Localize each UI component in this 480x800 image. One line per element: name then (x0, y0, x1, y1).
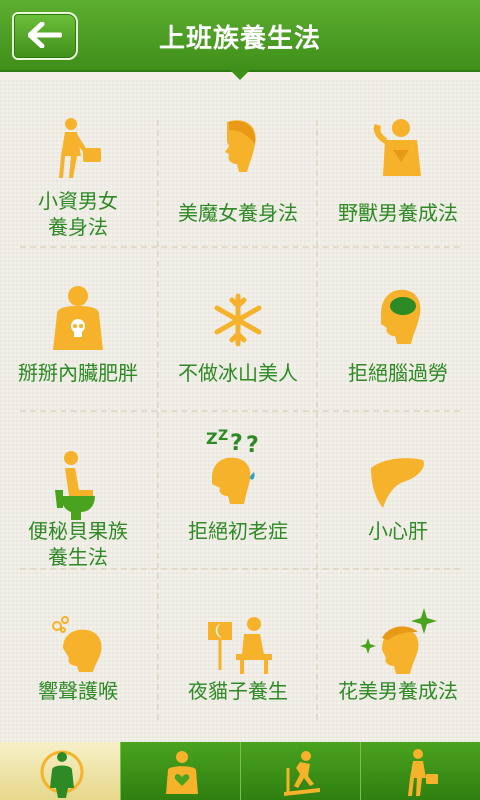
tab-treadmill[interactable] (240, 742, 361, 800)
snowflake-icon (160, 284, 316, 352)
sleepy-head-icon: Z Z ? ? (160, 422, 316, 512)
menu-item-label: 花美男養成法 (338, 679, 458, 703)
night-desk-icon (160, 608, 316, 676)
menu-grid: 小資男女 養身法 美魔女養身法 野獸男養成法 掰掰內臟肥胖 不做冰山美人 拒絕腦… (0, 80, 480, 742)
menu-item-label: 不做冰山美人 (178, 361, 298, 385)
menu-item-pretty-boy[interactable]: 花美男養成法 (320, 572, 476, 732)
body-skull-icon (0, 284, 156, 352)
fat-body-icon (40, 750, 84, 798)
muscle-man-icon (320, 116, 476, 184)
menu-item-label: 拒絕初老症 (188, 519, 288, 543)
sparkle-man-icon (320, 608, 476, 676)
businessman-icon (0, 116, 156, 184)
svg-text:Z: Z (218, 428, 228, 444)
menu-item-cold-beauty[interactable]: 不做冰山美人 (160, 248, 316, 408)
tab-walking-businessman[interactable] (360, 742, 480, 800)
menu-item-label: 野獸男養成法 (338, 201, 458, 225)
menu-item-office-workers[interactable]: 小資男女 養身法 (0, 80, 156, 240)
woman-head-icon (160, 116, 316, 184)
menu-item-brain-fatigue[interactable]: 拒絕腦過勞 (320, 248, 476, 408)
menu-item-label: 小心肝 (368, 519, 428, 543)
brain-head-icon (320, 284, 476, 352)
treadmill-icon (284, 751, 320, 796)
grid-divider (316, 120, 318, 720)
header-notch (226, 66, 254, 80)
menu-item-night-owl[interactable]: 夜貓子養生 (160, 572, 316, 732)
menu-item-beast-man[interactable]: 野獸男養成法 (320, 80, 476, 240)
svg-text:Z: Z (206, 429, 218, 448)
tab-body-fat[interactable] (0, 742, 121, 800)
heart-body-icon (166, 751, 198, 794)
walking-businessman-icon (408, 749, 438, 796)
svg-text:?: ? (246, 433, 259, 458)
throat-icon (0, 608, 156, 676)
menu-item-beauty-woman[interactable]: 美魔女養身法 (160, 80, 316, 240)
menu-item-label: 拒絕腦過勞 (348, 361, 448, 385)
menu-item-label: 美魔女養身法 (178, 201, 298, 225)
bottom-tab-bar (0, 742, 480, 800)
tab-heart-body[interactable] (120, 742, 241, 800)
liver-icon (320, 448, 476, 516)
page-title: 上班族養生法 (158, 24, 321, 54)
menu-item-label: 小資男女 養身法 (38, 189, 118, 239)
menu-item-label: 夜貓子養生 (188, 679, 288, 703)
menu-item-constipation[interactable]: 便秘貝果族 養生法 (0, 412, 156, 572)
menu-item-visceral-fat[interactable]: 掰掰內臟肥胖 (0, 248, 156, 408)
menu-item-early-aging[interactable]: Z Z ? ? 拒絕初老症 (160, 412, 316, 572)
menu-item-label: 掰掰內臟肥胖 (18, 361, 138, 385)
svg-text:?: ? (230, 431, 243, 456)
menu-item-throat-care[interactable]: 響聲護喉 (0, 572, 156, 732)
menu-item-liver-care[interactable]: 小心肝 (320, 412, 476, 572)
app-header: 上班族養生法 (0, 0, 480, 70)
toilet-icon (0, 448, 156, 520)
menu-item-label: 響聲護喉 (38, 679, 118, 703)
menu-item-label: 便秘貝果族 養生法 (28, 519, 128, 569)
grid-divider (157, 120, 159, 720)
